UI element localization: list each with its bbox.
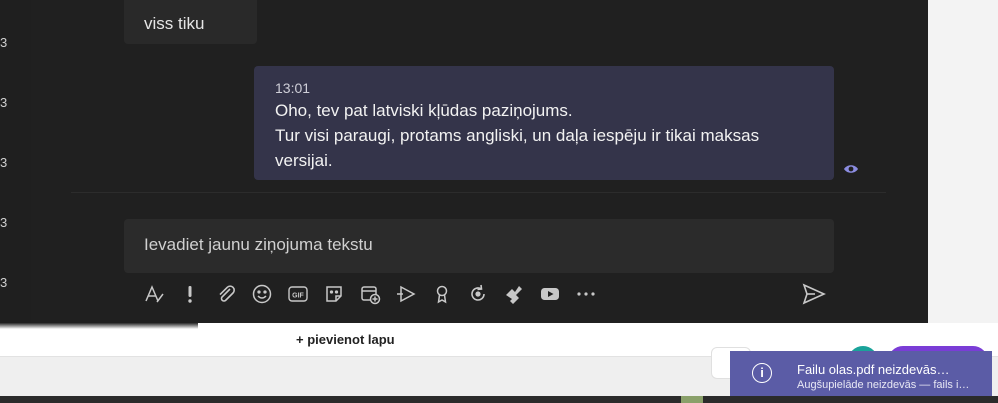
message-time: 13:01	[275, 80, 311, 96]
upload-error-toast[interactable]: i Failu olas.pdf neizdevās… Augšupielāde…	[730, 351, 992, 396]
svg-text:GIF: GIF	[292, 293, 304, 300]
info-icon: i	[752, 363, 772, 383]
timestamp-fragment: 3	[0, 215, 8, 230]
timestamp-fragment: 3	[0, 35, 8, 50]
chat-pane: viss tiku 13:01 Oho, tev pat latviski kļ…	[31, 0, 928, 323]
youtube-icon[interactable]	[537, 281, 563, 307]
outgoing-message[interactable]: 13:01 Oho, tev pat latviski kļūdas paziņ…	[254, 66, 834, 180]
attach-icon[interactable]	[213, 281, 239, 307]
taskbar-app[interactable]	[681, 396, 703, 403]
toast-title: Failu olas.pdf neizdevās…	[797, 362, 950, 377]
timestamp-fragment: 3	[0, 275, 8, 290]
schedule-meeting-icon[interactable]	[357, 281, 383, 307]
message-input[interactable]	[144, 219, 814, 271]
timestamp-strip: 3 3 3 3 3	[0, 0, 31, 323]
composer-box[interactable]	[124, 219, 834, 273]
incoming-message[interactable]: viss tiku	[124, 0, 257, 44]
loop-icon[interactable]	[465, 281, 491, 307]
timestamp-fragment: 3	[0, 95, 8, 110]
toast-description: Augšupielāde neizdevās — fails i…	[797, 379, 970, 391]
add-page-button[interactable]: + pievienot lapu	[296, 332, 395, 347]
important-icon[interactable]	[177, 281, 203, 307]
message-line: Oho, tev pat latviski kļūdas paziņojums.	[275, 101, 573, 120]
incoming-message-text: viss tiku	[144, 14, 205, 33]
taskbar	[0, 396, 998, 403]
emoji-icon[interactable]	[249, 281, 275, 307]
seen-eye-icon	[844, 165, 858, 173]
timestamp-fragment: 3	[0, 155, 8, 170]
praise-icon[interactable]	[429, 281, 455, 307]
gif-icon[interactable]: GIF	[285, 281, 311, 307]
sticker-icon[interactable]	[321, 281, 347, 307]
message-line: versijai.	[275, 151, 333, 170]
message-line: Tur visi paraugi, protams angliski, un d…	[275, 126, 760, 145]
format-icon[interactable]	[141, 281, 167, 307]
more-icon[interactable]	[573, 281, 599, 307]
divider	[71, 192, 886, 193]
stream-icon[interactable]	[393, 281, 419, 307]
send-icon[interactable]	[801, 281, 827, 307]
apps-icon[interactable]	[501, 281, 527, 307]
window-shadow	[0, 323, 198, 329]
